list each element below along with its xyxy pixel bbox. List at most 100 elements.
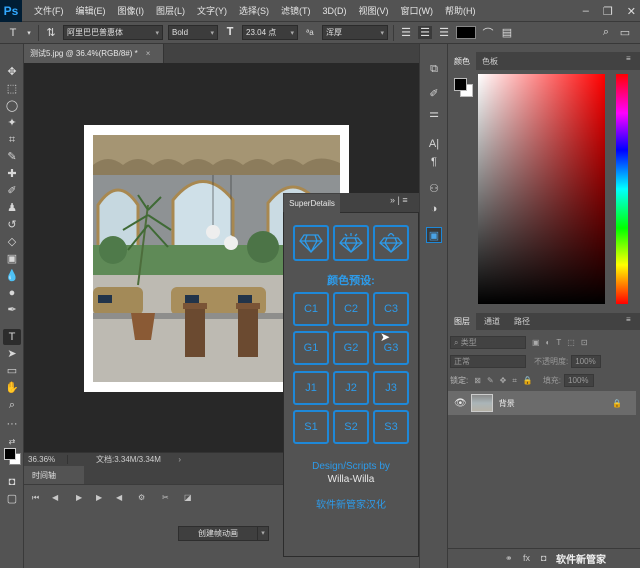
chevron-down-icon[interactable]: ▾ xyxy=(25,29,33,37)
color-field[interactable] xyxy=(478,74,605,304)
menu-filter[interactable]: 滤镜(T) xyxy=(275,4,317,17)
split-icon[interactable]: ✂ xyxy=(162,493,169,502)
lock-icons[interactable]: ⊠✎✥⌗🔒 xyxy=(474,376,539,386)
audio-icon[interactable]: ◀ xyxy=(116,493,122,502)
preset-g2-button[interactable]: G2 xyxy=(333,331,369,365)
foreground-color[interactable] xyxy=(4,448,16,460)
menu-window[interactable]: 窗口(W) xyxy=(395,4,440,17)
tab-layers[interactable]: 图层 xyxy=(448,313,476,330)
character-panel-icon[interactable]: A| xyxy=(426,136,442,152)
panel-menu-icon[interactable]: » | ≡ xyxy=(390,195,408,205)
workspace-icon[interactable]: ▭ xyxy=(618,26,632,39)
font-style-select[interactable]: Bold ▾ xyxy=(168,25,218,40)
tab-color[interactable]: 颜色 xyxy=(448,52,476,70)
preset-s2-button[interactable]: S2 xyxy=(333,410,369,444)
text-color-swatch[interactable] xyxy=(456,26,476,39)
preset-c1-button[interactable]: C1 xyxy=(293,292,329,326)
menu-layer[interactable]: 图层(L) xyxy=(150,4,191,17)
lasso-tool-icon[interactable]: ◯ xyxy=(3,98,21,114)
superdetails-panel-icon[interactable]: ▣ xyxy=(426,227,442,243)
hue-slider[interactable] xyxy=(616,74,628,304)
screen-mode-icon[interactable]: ▢ xyxy=(3,491,21,507)
create-frame-animation-button[interactable]: 创建帧动画 xyxy=(178,526,258,541)
crop-tool-icon[interactable]: ⌗ xyxy=(3,132,21,148)
menu-select[interactable]: 选择(S) xyxy=(233,4,275,17)
next-frame-icon[interactable]: ▶ xyxy=(96,493,102,502)
filter-icons[interactable]: ▣◐T⬚⊡ xyxy=(532,338,594,347)
adjustments-panel-icon[interactable]: ⚌ xyxy=(426,106,442,122)
preset-g1-button[interactable]: G1 xyxy=(293,331,329,365)
eraser-icon[interactable]: ◇ xyxy=(3,234,21,250)
preset-c3-button[interactable]: C3 xyxy=(373,292,409,326)
panel-menu-icon[interactable]: ≡ xyxy=(626,315,631,324)
hand-tool-icon[interactable]: ✋ xyxy=(3,380,21,396)
marquee-tool-icon[interactable]: ⬚ xyxy=(3,81,21,97)
type-tool-icon[interactable]: T xyxy=(3,329,21,345)
pen-tool-icon[interactable]: ✒ xyxy=(3,302,21,318)
menu-help[interactable]: 帮助(H) xyxy=(439,4,482,17)
maximize-icon[interactable]: ❐ xyxy=(603,5,613,18)
timeline-tab[interactable]: 时间轴 xyxy=(24,466,84,484)
eye-icon[interactable]: 👁 xyxy=(454,398,467,409)
layer-kind-filter[interactable]: ⌕ 类型 xyxy=(450,336,526,349)
quick-mask-icon[interactable]: ◘ xyxy=(3,474,21,490)
preset-j1-button[interactable]: J1 xyxy=(293,371,329,405)
paragraph-panel-icon[interactable]: ¶ xyxy=(426,154,442,170)
menu-edit[interactable]: 编辑(E) xyxy=(70,4,112,17)
zoom-level[interactable]: 36.36% xyxy=(24,455,68,464)
layer-name[interactable]: 背景 xyxy=(499,398,612,409)
prev-frame-icon[interactable]: ◀ xyxy=(52,493,58,502)
document-tab[interactable]: 测试5.jpg @ 36.4%(RGB/8#) * × xyxy=(24,44,164,63)
antialias-select[interactable]: 浑厚 ▾ xyxy=(322,25,388,40)
blur-tool-icon[interactable]: 💧 xyxy=(3,268,21,284)
diamond-button-1[interactable] xyxy=(293,225,329,261)
add-mask-icon[interactable]: ◘ xyxy=(541,553,546,563)
search-icon[interactable]: ⌕ xyxy=(599,26,613,39)
styles-panel-icon[interactable]: ◑ xyxy=(426,201,442,217)
preset-g3-button[interactable]: G3 xyxy=(373,331,409,365)
foreground-color-swatch[interactable] xyxy=(454,78,467,91)
preset-s3-button[interactable]: S3 xyxy=(373,410,409,444)
magic-wand-icon[interactable]: ✦ xyxy=(3,115,21,131)
preset-j2-button[interactable]: J2 xyxy=(333,371,369,405)
healing-brush-icon[interactable]: ✚ xyxy=(3,166,21,182)
zoom-tool-icon[interactable]: ⌕ xyxy=(3,397,21,413)
layer-row[interactable]: 👁 背景 🔒 xyxy=(448,391,636,415)
fill-field[interactable]: 100% xyxy=(564,374,595,387)
preset-s1-button[interactable]: S1 xyxy=(293,410,329,444)
stamp-tool-icon[interactable]: ♟ xyxy=(3,200,21,216)
preset-c2-button[interactable]: C2 xyxy=(333,292,369,326)
history-panel-icon[interactable]: ⧉ xyxy=(426,61,442,77)
preset-j3-button[interactable]: J3 xyxy=(373,371,409,405)
move-tool-icon[interactable]: ✥ xyxy=(3,64,21,80)
menu-3d[interactable]: 3D(D) xyxy=(317,6,353,16)
eyedropper-icon[interactable]: ✎ xyxy=(3,149,21,165)
transition-icon[interactable]: ◪ xyxy=(184,493,192,502)
link-layers-icon[interactable]: ⚭ xyxy=(505,553,513,564)
panel-menu-icon[interactable]: ≡ xyxy=(626,54,631,63)
close-icon[interactable]: ✕ xyxy=(627,5,636,18)
diamond-button-3[interactable] xyxy=(373,225,409,261)
tab-channels[interactable]: 通道 xyxy=(477,313,507,330)
more-tools-icon[interactable]: ··· xyxy=(3,416,21,432)
brush-tool-icon[interactable]: ✐ xyxy=(3,183,21,199)
chevron-down-icon[interactable]: ▾ xyxy=(257,526,269,541)
align-center-icon[interactable]: ☰ xyxy=(418,26,432,39)
minimize-icon[interactable]: – xyxy=(583,5,589,17)
brush-panel-icon[interactable]: ✐ xyxy=(426,86,442,102)
tab-paths[interactable]: 路径 xyxy=(508,313,536,330)
align-left-icon[interactable]: ☰ xyxy=(399,26,413,39)
layer-style-icon[interactable]: fx xyxy=(523,553,530,563)
type-tool-icon[interactable]: T xyxy=(6,27,20,39)
blend-mode-select[interactable]: 正常 xyxy=(450,355,526,368)
settings-icon[interactable]: ⚙ xyxy=(138,493,145,502)
close-tab-icon[interactable]: × xyxy=(146,49,151,58)
font-family-select[interactable]: 阿里巴巴普惠体 ▾ xyxy=(63,25,163,40)
menu-file[interactable]: 文件(F) xyxy=(28,4,70,17)
rectangle-tool-icon[interactable]: ▭ xyxy=(3,363,21,379)
warp-text-icon[interactable]: ⌒ xyxy=(481,25,495,41)
path-select-icon[interactable]: ➤ xyxy=(3,346,21,362)
status-menu-arrow[interactable]: › xyxy=(178,455,181,464)
opacity-field[interactable]: 100% xyxy=(571,355,602,368)
menu-view[interactable]: 视图(V) xyxy=(353,4,395,17)
